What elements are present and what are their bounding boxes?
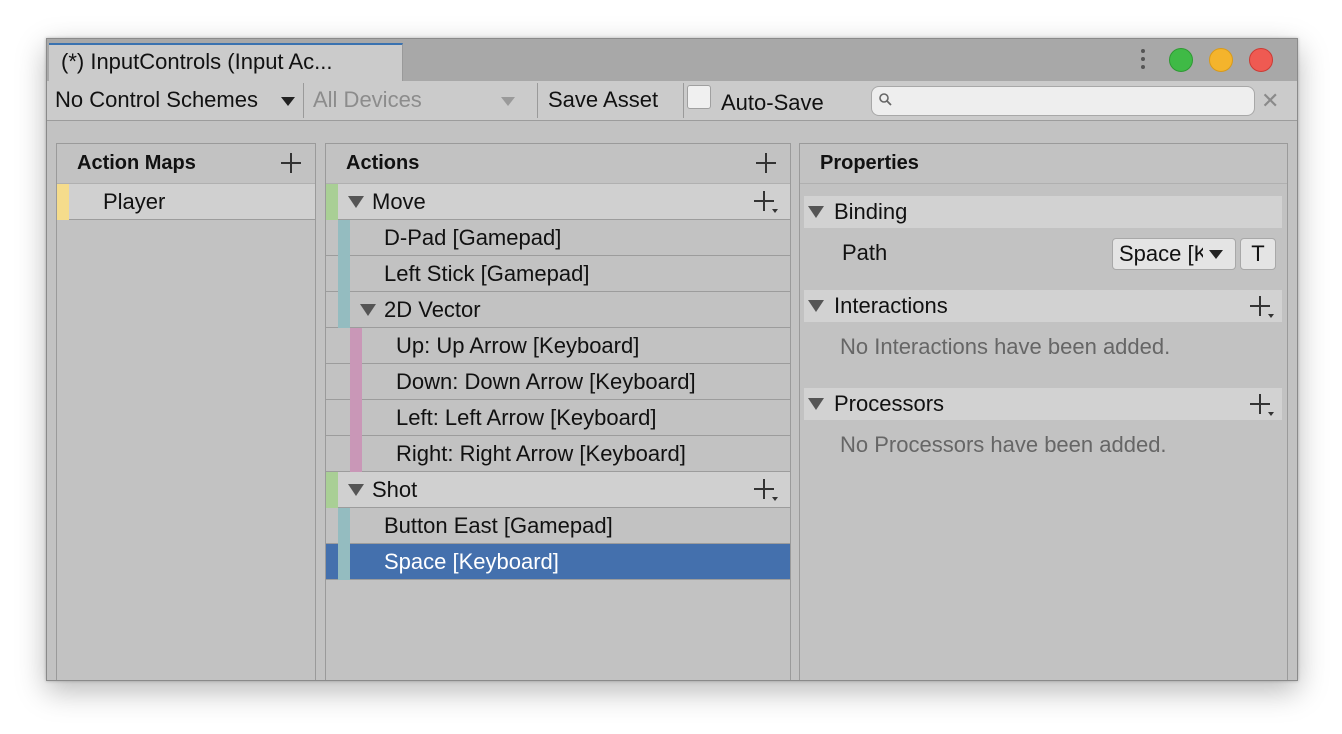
auto-save-checkbox[interactable] (687, 85, 711, 109)
add-action-icon[interactable] (756, 153, 776, 173)
more-menu-icon[interactable] (1140, 48, 1146, 72)
part-label: Down: Down Arrow [Keyboard] (396, 369, 696, 394)
add-action-map-icon[interactable] (281, 153, 301, 173)
action-color-bar (326, 472, 338, 508)
binding-label: Button East [Gamepad] (384, 513, 613, 538)
control-scheme-label: No Control Schemes (55, 87, 258, 112)
binding-row-selected[interactable]: Space [Keyboard] (326, 544, 790, 580)
actions-header: Actions (326, 144, 790, 184)
minimize-button[interactable] (1209, 48, 1233, 72)
binding-label: Space [Keyboard] (384, 549, 559, 574)
expand-triangle-icon (808, 398, 824, 410)
text-mode-button[interactable]: T (1240, 238, 1276, 270)
search-field[interactable] (871, 86, 1255, 117)
action-map-color-bar (57, 184, 69, 220)
chevron-down-icon (1209, 250, 1223, 259)
binding-color-bar (338, 220, 350, 256)
path-label: Path (842, 240, 888, 265)
close-button[interactable] (1249, 48, 1273, 72)
add-interaction-icon[interactable] (1250, 296, 1276, 318)
path-value: Space [Keyboard] (1119, 241, 1203, 266)
interactions-empty-text: No Interactions have been added. (840, 334, 1171, 359)
action-maps-panel: Action Maps Player (56, 143, 316, 680)
binding-label: D-Pad [Gamepad] (384, 225, 562, 250)
clear-search-icon[interactable]: ✕ (1261, 89, 1279, 113)
action-color-bar (326, 184, 338, 220)
expand-triangle-icon (808, 206, 824, 218)
expand-triangle-icon (808, 300, 824, 312)
composite-part-row[interactable]: Right: Right Arrow [Keyboard] (326, 436, 790, 472)
action-row-move[interactable]: Move (326, 184, 790, 220)
binding-color-bar (338, 256, 350, 292)
composite-part-row[interactable]: Up: Up Arrow [Keyboard] (326, 328, 790, 364)
tab-bar: (*) InputControls (Input Ac... (47, 39, 1297, 81)
action-label: Shot (372, 477, 418, 502)
part-label: Up: Up Arrow [Keyboard] (396, 333, 640, 358)
actions-panel: Actions Move D-Pad [Gamepad] Left Stick … (325, 143, 791, 680)
action-maps-title: Action Maps (77, 152, 196, 174)
processors-empty-text: No Processors have been added. (840, 432, 1167, 457)
part-color-bar (350, 436, 362, 472)
binding-row[interactable]: Left Stick [Gamepad] (326, 256, 790, 292)
chevron-down-icon (281, 97, 295, 106)
processors-section-header[interactable]: Processors (804, 388, 1282, 420)
composite-label: 2D Vector (384, 297, 481, 322)
add-processor-icon[interactable] (1250, 394, 1276, 416)
maximize-button[interactable] (1169, 48, 1193, 72)
part-label: Left: Left Arrow [Keyboard] (396, 405, 657, 430)
save-asset-button[interactable]: Save Asset (548, 81, 684, 120)
properties-header: Properties (800, 144, 1287, 184)
chevron-down-icon (501, 97, 515, 106)
binding-row[interactable]: D-Pad [Gamepad] (326, 220, 790, 256)
part-color-bar (350, 328, 362, 364)
add-binding-icon[interactable] (754, 191, 780, 213)
binding-label: Left Stick [Gamepad] (384, 261, 590, 286)
expand-triangle-icon[interactable] (348, 196, 364, 208)
path-dropdown[interactable]: Space [Keyboard] (1112, 238, 1236, 270)
action-row-shot[interactable]: Shot (326, 472, 790, 508)
part-label: Right: Right Arrow [Keyboard] (396, 441, 686, 466)
expand-triangle-icon[interactable] (348, 484, 364, 496)
auto-save-label: Auto-Save (721, 90, 824, 115)
binding-section-title: Binding (834, 199, 908, 224)
part-color-bar (350, 400, 362, 436)
control-scheme-dropdown[interactable]: No Control Schemes (55, 81, 277, 120)
part-color-bar (350, 364, 362, 400)
search-input[interactable] (898, 87, 1252, 117)
interactions-section-header[interactable]: Interactions (804, 290, 1282, 322)
action-map-label: Player (103, 189, 166, 214)
action-maps-header: Action Maps (57, 144, 315, 184)
search-icon (879, 93, 892, 106)
composite-part-row[interactable]: Left: Left Arrow [Keyboard] (326, 400, 790, 436)
tab-input-controls[interactable]: (*) InputControls (Input Ac... (49, 43, 403, 81)
properties-panel: Properties Binding Path Space [Keyboard]… (799, 143, 1288, 680)
processors-section-title: Processors (834, 391, 945, 416)
binding-color-bar (338, 508, 350, 544)
binding-row[interactable]: Button East [Gamepad] (326, 508, 790, 544)
action-map-item-player[interactable]: Player (57, 184, 315, 220)
interactions-section-title: Interactions (834, 293, 948, 318)
properties-title: Properties (820, 152, 919, 174)
expand-triangle-icon[interactable] (360, 304, 376, 316)
binding-section-header[interactable]: Binding (804, 196, 1282, 228)
action-label: Move (372, 189, 426, 214)
input-actions-window: (*) InputControls (Input Ac... No Contro… (46, 38, 1298, 681)
actions-title: Actions (346, 152, 420, 174)
binding-color-bar (338, 544, 350, 580)
composite-part-row[interactable]: Down: Down Arrow [Keyboard] (326, 364, 790, 400)
toolbar: No Control Schemes All Devices Save Asse… (47, 81, 1297, 121)
composite-row-2d-vector[interactable]: 2D Vector (326, 292, 790, 328)
devices-dropdown[interactable]: All Devices (313, 81, 523, 120)
binding-color-bar (338, 292, 350, 328)
devices-label: All Devices (313, 87, 422, 112)
add-binding-icon[interactable] (754, 479, 780, 501)
